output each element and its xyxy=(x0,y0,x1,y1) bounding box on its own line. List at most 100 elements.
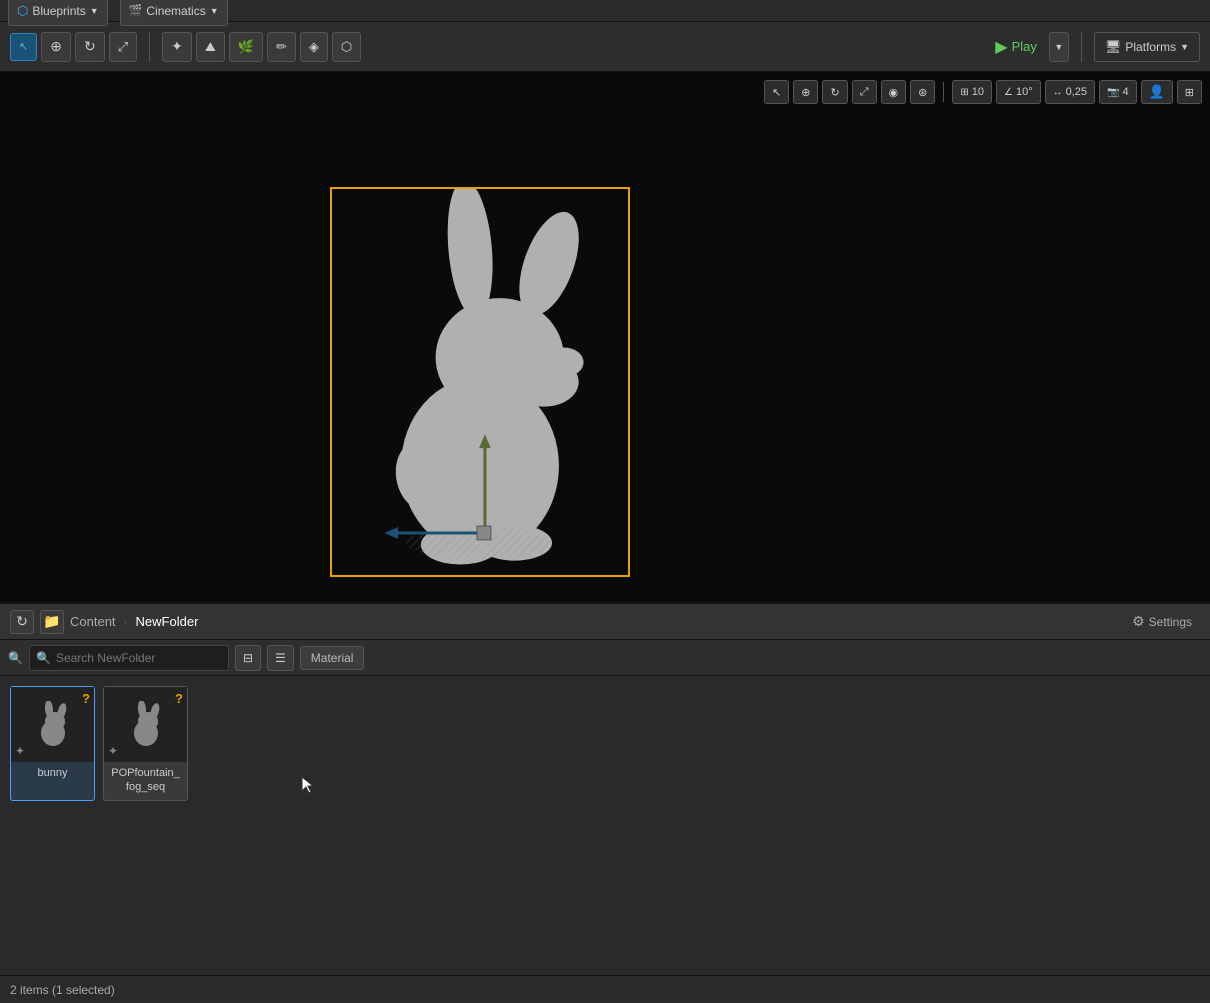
back-icon: ↻ xyxy=(16,613,28,630)
settings-button[interactable]: ⚙ Settings xyxy=(1124,609,1200,634)
top-menubar: ⬡ Blueprints ▼ 🎬 Cinematics ▼ xyxy=(0,0,1210,22)
angle-icon: ∠ xyxy=(1004,87,1013,98)
item-count: 2 items (1 selected) xyxy=(10,983,115,997)
scale-vp-btn[interactable]: ⤢ xyxy=(852,80,877,104)
foliage-tool[interactable]: 🌿 xyxy=(229,32,263,62)
platforms-label: Platforms xyxy=(1125,40,1176,54)
foliage-icon: 🌿 xyxy=(238,39,254,55)
asset-star-icon: ✦ xyxy=(15,744,25,758)
bunny-svg xyxy=(332,189,628,575)
platforms-button[interactable]: 🖥 Platforms ▼ xyxy=(1094,32,1200,62)
snap-icon: ✦ xyxy=(171,38,183,55)
world-btn[interactable]: ⊛ xyxy=(910,80,935,104)
viewport-toolbar: ↖ ⊕ ↻ ⤢ ◉ ⊛ ⊞ 10 ∠ 10° ↔ 0,25 📷 xyxy=(764,80,1202,104)
geometry-icon: ◈ xyxy=(309,39,319,55)
translate-btn[interactable]: ⊕ xyxy=(793,80,818,104)
snap-tool[interactable]: ✦ xyxy=(162,32,192,62)
breadcrumb-content[interactable]: Content xyxy=(70,614,116,629)
platforms-icon: 🖥 xyxy=(1105,39,1122,55)
asset-label-bunny: bunny xyxy=(36,762,70,782)
grid-snap-btn[interactable]: ⊞ 10 xyxy=(952,80,992,104)
landscape-tool[interactable]: ⛰ xyxy=(196,32,225,62)
select-mode-btn[interactable]: ↖ xyxy=(764,80,789,104)
snap-tools: ✦ ⛰ 🌿 ✏ ◈ ⬡ xyxy=(162,32,361,62)
folder-icon: 📁 xyxy=(43,613,60,630)
move-tool[interactable]: ⊕ xyxy=(41,32,71,62)
surface-icon: ◉ xyxy=(889,86,899,99)
cursor-icon: ↖ xyxy=(772,86,781,99)
content-area: ? ✦ bunny ? ✦ POPfount xyxy=(0,676,1210,975)
breadcrumb-newfolder[interactable]: NewFolder xyxy=(136,614,199,629)
rotate-vp-btn[interactable]: ↻ xyxy=(822,80,847,104)
angle-snap-btn[interactable]: ∠ 10° xyxy=(996,80,1041,104)
asset-label-popfountain: POPfountain_fog_seq xyxy=(109,762,182,797)
scale-value: 0,25 xyxy=(1066,86,1087,98)
scale-tool[interactable]: ⤢ xyxy=(109,32,137,62)
sep2 xyxy=(1081,32,1082,62)
status-bar: 2 items (1 selected) xyxy=(0,975,1210,1003)
columns-icon: ⊟ xyxy=(243,651,253,665)
bunny-viewport-object xyxy=(330,187,630,577)
asset-question-mark: ? xyxy=(82,691,90,706)
grid-value: 10 xyxy=(972,86,984,98)
blueprints-icon: ⬡ xyxy=(17,3,28,19)
cinematics-chevron: ▼ xyxy=(210,6,219,16)
camera-speed-btn[interactable]: 📷 4 xyxy=(1099,80,1137,104)
blueprints-menu[interactable]: ⬡ Blueprints ▼ xyxy=(8,0,108,26)
filter-icon: ☰ xyxy=(275,651,286,665)
asset-thumb-popfountain: ? ✦ xyxy=(104,687,187,762)
geometry-tool[interactable]: ◈ xyxy=(300,32,328,62)
merge-icon: ⬡ xyxy=(341,39,352,55)
filter-label: Material xyxy=(311,651,354,665)
asset-question-mark2: ? xyxy=(175,691,183,706)
settings-label: Settings xyxy=(1149,615,1192,629)
viewport-options-btn[interactable]: ⊞ xyxy=(1177,80,1202,104)
back-button[interactable]: ↻ xyxy=(10,610,34,634)
asset-star-icon2: ✦ xyxy=(108,744,118,758)
merge-tool[interactable]: ⬡ xyxy=(332,32,361,62)
mode-tools: ↖ ⊕ ↻ ⤢ xyxy=(10,32,137,62)
play-label: Play xyxy=(1012,39,1037,54)
search-input[interactable] xyxy=(29,645,229,671)
view-options-btn[interactable]: ⊟ xyxy=(235,645,261,671)
play-button[interactable]: ▶ Play xyxy=(987,33,1045,61)
angle-value: 10° xyxy=(1016,86,1033,98)
filter-options-btn[interactable]: ☰ xyxy=(267,645,294,671)
viewport: ↖ ⊕ ↻ ⤢ ◉ ⊛ ⊞ 10 ∠ 10° ↔ 0,25 📷 xyxy=(0,72,1210,602)
landscape-icon: ⛰ xyxy=(205,39,216,55)
avatar-icon: 👤 xyxy=(1149,84,1165,100)
blueprints-chevron: ▼ xyxy=(90,6,99,16)
folder-icon-btn[interactable]: 📁 xyxy=(40,610,64,634)
surface-btn[interactable]: ◉ xyxy=(881,80,907,104)
cinematics-label: Cinematics xyxy=(146,4,205,18)
sep1 xyxy=(149,32,150,62)
rotate-vp-icon: ↻ xyxy=(830,86,839,99)
brush-tool[interactable]: ✏ xyxy=(267,32,296,62)
content-toolbar: 🔍 🔍 ⊟ ☰ Material xyxy=(0,640,1210,676)
grid-layout-icon: ⊞ xyxy=(1185,86,1194,99)
play-dropdown-icon: ▼ xyxy=(1054,42,1063,52)
avatar-btn[interactable]: 👤 xyxy=(1141,80,1173,104)
cinematics-menu[interactable]: 🎬 Cinematics ▼ xyxy=(120,0,228,26)
asset-thumb-bunny: ? ✦ xyxy=(11,687,94,762)
rotate-tool[interactable]: ↻ xyxy=(75,32,105,62)
play-group: ▶ Play ▼ xyxy=(987,32,1069,62)
breadcrumb-sep1: › xyxy=(124,615,128,629)
translate-icon: ⊕ xyxy=(801,86,810,99)
asset-item-bunny[interactable]: ? ✦ bunny xyxy=(10,686,95,801)
content-browser: ↻ 📁 Content › NewFolder ⚙ Settings 🔍 🔍 ⊟… xyxy=(0,602,1210,1003)
search-icon: 🔍 xyxy=(8,651,23,665)
content-browser-header: ↻ 📁 Content › NewFolder ⚙ Settings xyxy=(0,604,1210,640)
scale-snap-btn[interactable]: ↔ 0,25 xyxy=(1045,80,1095,104)
scale-vp-icon: ⤢ xyxy=(860,86,869,99)
popfountain-thumb-svg xyxy=(122,701,170,749)
select-icon: ↖ xyxy=(19,40,28,53)
select-tool[interactable]: ↖ xyxy=(10,33,37,61)
rotate-icon: ↻ xyxy=(84,38,96,55)
asset-item-popfountain[interactable]: ? ✦ POPfountain_fog_seq xyxy=(103,686,188,801)
play-options[interactable]: ▼ xyxy=(1049,32,1069,62)
vp-sep1 xyxy=(943,82,944,102)
material-filter-tag[interactable]: Material xyxy=(300,646,365,670)
settings-gear-icon: ⚙ xyxy=(1132,613,1145,630)
camera-icon: 📷 xyxy=(1107,87,1119,98)
